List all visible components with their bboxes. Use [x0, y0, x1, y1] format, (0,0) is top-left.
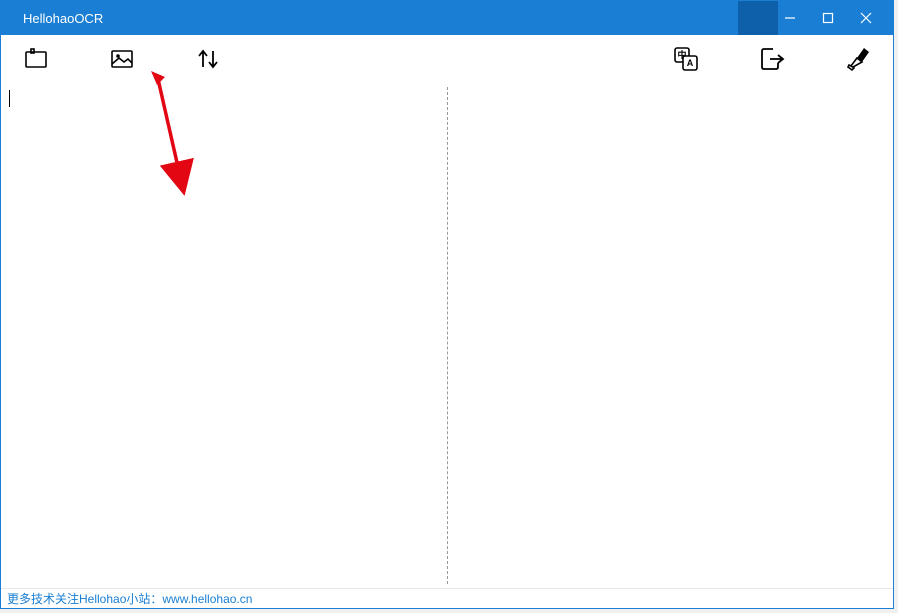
window-controls: [771, 1, 885, 35]
toolbar: 中 A: [1, 35, 893, 83]
translate-button[interactable]: 中 A: [671, 44, 701, 74]
maximize-button[interactable]: [809, 1, 847, 35]
statusbar: 更多技术关注Hellohao小站： www.hellohao.cn: [1, 588, 893, 608]
app-title: HellohaoOCR: [23, 11, 103, 26]
open-image-button[interactable]: [107, 44, 137, 74]
statusbar-text: 更多技术关注Hellohao小站：: [7, 590, 162, 607]
export-button[interactable]: [757, 44, 787, 74]
statusbar-link[interactable]: www.hellohao.cn: [162, 592, 252, 606]
content-area: [1, 83, 893, 588]
right-text-pane[interactable]: [448, 83, 894, 588]
screenshot-capture-button[interactable]: [21, 44, 51, 74]
text-cursor-icon: [9, 90, 10, 107]
close-button[interactable]: [847, 1, 885, 35]
titlebar: HellohaoOCR: [1, 1, 893, 35]
app-window: HellohaoOCR: [0, 0, 894, 609]
sort-button[interactable]: [193, 44, 223, 74]
svg-text:A: A: [687, 58, 694, 68]
minimize-button[interactable]: [771, 1, 809, 35]
left-text-pane[interactable]: [1, 83, 447, 588]
clear-button[interactable]: [843, 44, 873, 74]
